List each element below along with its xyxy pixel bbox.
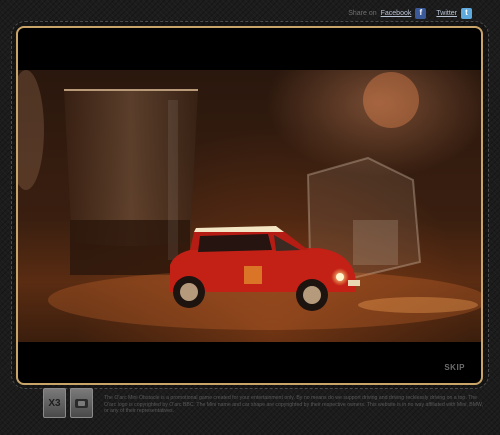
video-frame <box>18 70 481 342</box>
video-scene-image <box>18 70 481 330</box>
light-glare <box>18 70 44 190</box>
bokeh-light <box>363 72 419 128</box>
x3-label: X3 <box>48 397 61 409</box>
facebook-link[interactable]: Facebook <box>381 10 412 17</box>
glass-tall <box>64 89 198 275</box>
disclaimer-text: The O'arc Mini Obstacle is a promotional… <box>104 395 484 415</box>
share-bar: Share on Facebook f Twitter t <box>348 6 472 20</box>
skip-button[interactable]: SKIP <box>444 363 465 372</box>
brand-logo-icon <box>75 398 88 408</box>
twitter-link[interactable]: Twitter <box>436 10 457 17</box>
video-player[interactable]: SKIP <box>16 26 483 385</box>
share-label: Share on <box>348 9 377 17</box>
facebook-icon[interactable]: f <box>415 7 427 19</box>
twitter-icon[interactable]: t <box>461 7 472 19</box>
brand-logo-tile[interactable] <box>70 388 93 418</box>
x3-tile[interactable]: X3 <box>43 388 66 418</box>
